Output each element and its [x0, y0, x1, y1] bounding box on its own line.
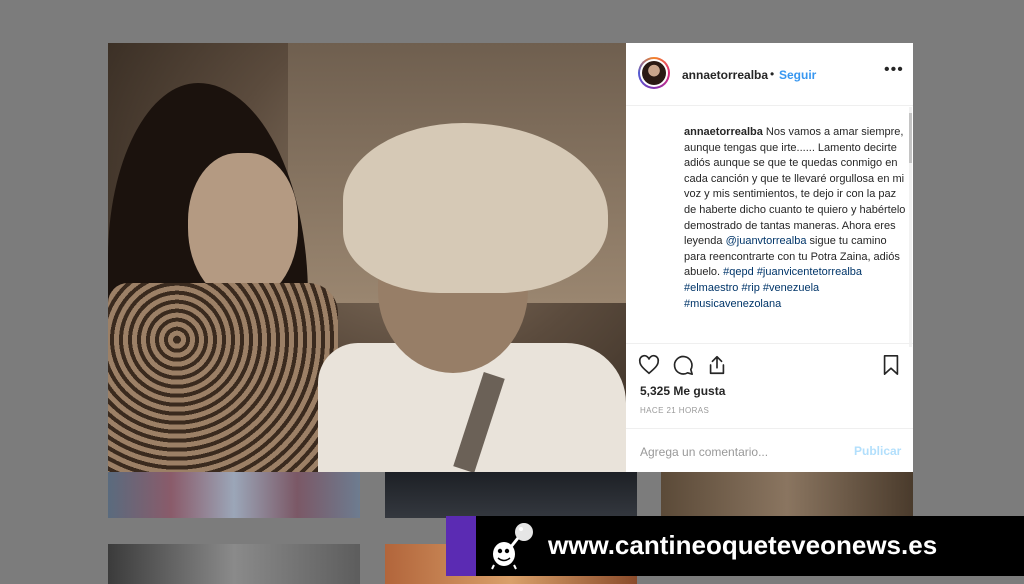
post-sidebar: annaetorrealba • Seguir ••• annaetorreal… — [626, 43, 913, 472]
caption-mention[interactable]: @juanvtorrealba — [726, 235, 807, 247]
caption-scrollbar-thumb[interactable] — [909, 113, 912, 163]
microphone-mascot-icon — [491, 523, 533, 570]
comment-input[interactable] — [638, 441, 842, 463]
post-header: annaetorrealba • Seguir ••• — [626, 43, 913, 106]
banner-url[interactable]: www.cantineoqueteveonews.es — [548, 530, 937, 561]
comment-bar: Publicar — [626, 428, 913, 473]
likes-count[interactable]: 5,325 Me gusta — [640, 384, 725, 398]
hashtag-link[interactable]: #musicavenezolana — [684, 298, 781, 310]
publish-button[interactable]: Publicar — [854, 444, 901, 458]
hashtag-link[interactable]: #juanvicentetorrealba — [757, 266, 862, 278]
post-timestamp[interactable]: HACE 21 HORAS — [640, 406, 709, 415]
banner-accent-stripe — [446, 516, 476, 576]
hashtag-link[interactable]: #elmaestro — [684, 282, 738, 294]
avatar-image — [642, 61, 666, 85]
post-photo[interactable] — [108, 43, 626, 472]
caption-username[interactable]: annaetorrealba — [684, 126, 763, 138]
hashtag-link[interactable]: #venezuela — [763, 282, 819, 294]
photo-woman-face — [188, 153, 298, 303]
comment-icon[interactable] — [672, 354, 694, 376]
photo-leopard-dress — [108, 283, 338, 472]
background-thumbnail — [108, 470, 360, 518]
avatar[interactable] — [638, 57, 670, 89]
post-caption: annaetorrealba Nos vamos a amar siempre,… — [684, 125, 906, 312]
more-options-icon[interactable]: ••• — [884, 61, 904, 79]
post-actions: 5,325 Me gusta HACE 21 HORAS — [626, 343, 913, 429]
background-thumbnail — [385, 470, 637, 518]
background-thumbnail — [108, 544, 360, 584]
hashtag-link[interactable]: #qepd — [723, 266, 754, 278]
background-thumbnail — [661, 470, 913, 518]
avatar-ring — [640, 59, 668, 87]
share-icon[interactable] — [706, 354, 728, 376]
bookmark-icon[interactable] — [880, 354, 902, 376]
follow-button[interactable]: Seguir — [779, 68, 816, 82]
caption-text: Nos vamos a amar siempre, aunque tengas … — [684, 126, 906, 248]
header-separator: • — [770, 67, 775, 81]
hashtag-link[interactable]: #rip — [741, 282, 759, 294]
header-username[interactable]: annaetorrealba — [682, 68, 768, 82]
heart-icon[interactable] — [638, 354, 660, 376]
post-modal: annaetorrealba • Seguir ••• annaetorreal… — [108, 43, 913, 472]
